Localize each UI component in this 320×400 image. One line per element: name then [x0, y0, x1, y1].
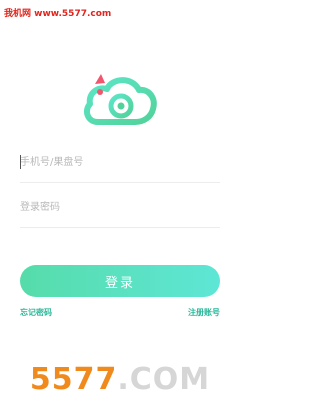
account-field-container [20, 142, 220, 183]
account-input[interactable] [20, 142, 220, 182]
login-button[interactable]: 登录 [20, 265, 220, 297]
cloud-at-icon [82, 66, 158, 130]
register-link[interactable]: 注册账号 [188, 307, 220, 318]
password-field-container [20, 187, 220, 228]
text-cursor [20, 155, 21, 169]
watermark-number: 5577 [29, 362, 118, 397]
forgot-password-link[interactable]: 忘记密码 [20, 307, 52, 318]
watermark-domain: COM [129, 362, 211, 397]
footer-watermark: 5577.COM [0, 360, 240, 400]
site-watermark: 我机网 www.5577.com [4, 9, 112, 19]
watermark-dot: . [117, 362, 130, 397]
password-input[interactable] [20, 187, 220, 227]
